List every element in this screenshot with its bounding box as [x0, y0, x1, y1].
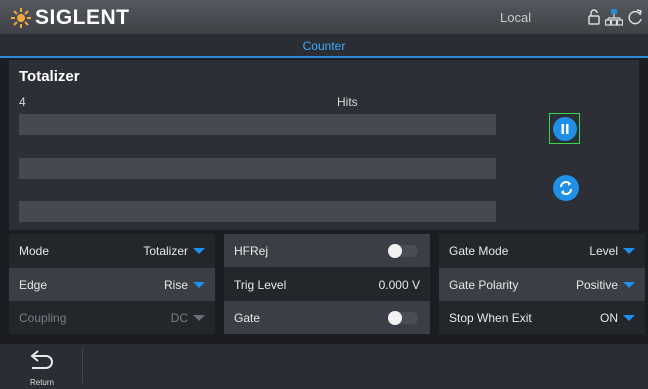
mode-label: Mode	[19, 244, 50, 258]
setting-gate-mode[interactable]: Gate Mode Level	[439, 234, 645, 267]
setting-mode[interactable]: Mode Totalizer	[9, 234, 215, 267]
setting-edge[interactable]: Edge Rise	[9, 268, 215, 301]
mode-value-text: Totalizer	[143, 244, 188, 258]
tab-underline	[0, 56, 648, 58]
lock-icon[interactable]	[585, 8, 603, 26]
pause-button[interactable]	[549, 113, 580, 144]
chevron-down-icon	[193, 248, 205, 254]
settings-column-2: HFRej Trig Level 0.000 V Gate	[224, 234, 430, 334]
mode-value[interactable]: Totalizer	[143, 244, 205, 258]
toggle-knob	[388, 244, 402, 258]
return-icon	[30, 350, 53, 369]
reset-button[interactable]	[553, 175, 579, 201]
coupling-label: Coupling	[19, 311, 67, 325]
gate-label: Gate	[234, 311, 261, 325]
edge-value-text: Rise	[163, 278, 188, 292]
brand-name: SIGLENT	[35, 6, 130, 29]
pause-icon	[552, 116, 577, 141]
edge-label: Edge	[19, 278, 48, 292]
result-bar	[19, 114, 496, 135]
bottom-bar: Return	[0, 344, 648, 389]
chevron-down-icon	[623, 282, 635, 288]
totalizer-panel: Totalizer 4 Hits	[9, 60, 639, 230]
setting-stop-when-exit[interactable]: Stop When Exit ON	[439, 301, 645, 334]
trig-level-label: Trig Level	[234, 278, 287, 292]
stop-when-exit-value-text: ON	[600, 311, 618, 325]
setting-coupling: Coupling DC	[9, 301, 215, 334]
hit-unit: Hits	[337, 95, 358, 109]
gate-mode-value[interactable]: Level	[589, 244, 635, 258]
chevron-down-icon	[623, 315, 635, 321]
setting-hfrej[interactable]: HFRej	[224, 234, 430, 267]
reset-icon	[553, 175, 579, 201]
chevron-down-icon	[623, 248, 635, 254]
gate-polarity-value[interactable]: Positive	[576, 278, 635, 292]
panel-title: Totalizer	[19, 68, 80, 85]
gate-mode-label: Gate Mode	[449, 244, 509, 258]
trig-level-value[interactable]: 0.000 V	[379, 278, 420, 292]
result-bar	[19, 158, 496, 179]
siglent-logo-icon	[11, 8, 31, 28]
edge-value[interactable]: Rise	[164, 278, 205, 292]
refresh-icon[interactable]	[626, 8, 644, 26]
coupling-value: DC	[171, 311, 205, 325]
return-button[interactable]: Return	[8, 346, 76, 388]
setting-trig-level[interactable]: Trig Level 0.000 V	[224, 268, 430, 301]
chevron-down-icon	[193, 315, 205, 321]
top-bar: SIGLENT Local	[0, 0, 648, 34]
stop-when-exit-value[interactable]: ON	[600, 311, 635, 325]
settings-column-1: Mode Totalizer Edge Rise Coupling DC	[9, 234, 215, 334]
gate-mode-value-text: Level	[589, 244, 618, 258]
network-icon[interactable]	[605, 8, 623, 26]
return-label: Return	[29, 378, 54, 387]
chevron-down-icon	[193, 282, 205, 288]
gate-toggle[interactable]	[388, 311, 418, 325]
hfrej-label: HFRej	[234, 244, 269, 258]
setting-gate[interactable]: Gate	[224, 301, 430, 334]
siglent-logo: SIGLENT	[10, 6, 130, 30]
settings-column-3: Gate Mode Level Gate Polarity Positive S…	[439, 234, 645, 334]
gate-polarity-value-text: Positive	[575, 278, 618, 292]
coupling-value-text: DC	[170, 311, 188, 325]
toggle-knob	[388, 311, 402, 325]
remote-status: Local	[500, 10, 532, 25]
gate-polarity-label: Gate Polarity	[449, 278, 519, 292]
hit-count: 4	[19, 95, 26, 109]
setting-gate-polarity[interactable]: Gate Polarity Positive	[439, 268, 645, 301]
hfrej-toggle[interactable]	[388, 244, 418, 258]
divider	[82, 349, 83, 383]
stop-when-exit-label: Stop When Exit	[449, 311, 532, 325]
tab-bar: Counter	[0, 34, 648, 58]
result-bar	[19, 201, 496, 222]
tab-counter[interactable]: Counter	[0, 39, 648, 53]
